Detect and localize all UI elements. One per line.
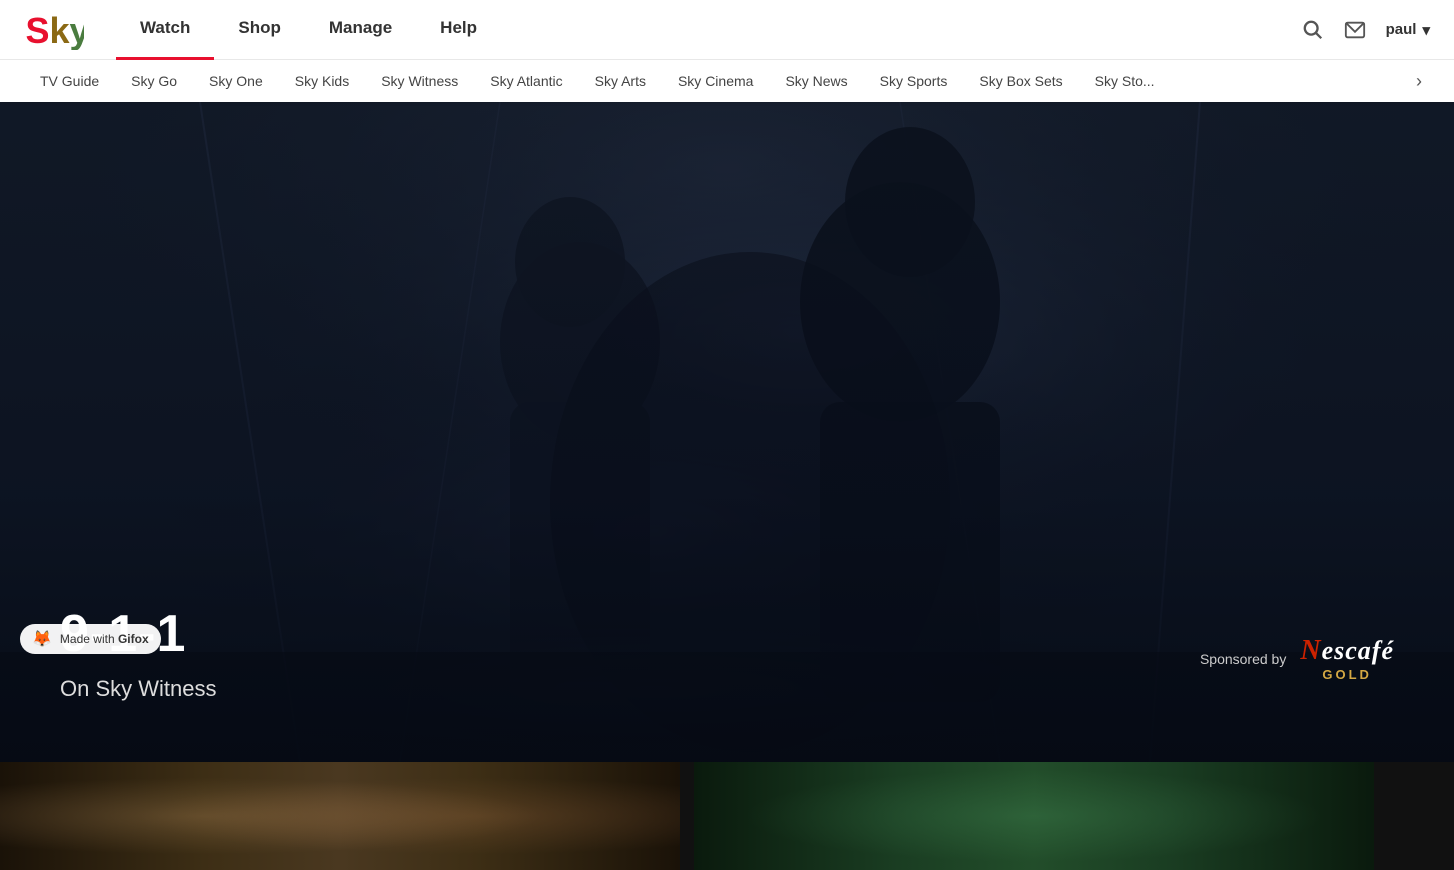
logo-area[interactable]: Sky (24, 10, 84, 50)
subnav-sky-news[interactable]: Sky News (769, 60, 863, 102)
gifox-label: Made with Gifox (60, 632, 149, 646)
sub-nav-items: TV Guide Sky Go Sky One Sky Kids Sky Wit… (24, 60, 1408, 102)
subnav-sky-cinema[interactable]: Sky Cinema (662, 60, 769, 102)
header-top: Sky Watch Shop Manage Help (0, 0, 1454, 60)
hero-sponsor: Sponsored by Nescafé GOLD (1200, 635, 1394, 682)
main-nav: Watch Shop Manage Help (116, 0, 1302, 60)
gifox-icon: 🦊 (32, 629, 52, 649)
subnav-sky-atlantic[interactable]: Sky Atlantic (474, 60, 578, 102)
user-menu[interactable]: paul ▾ (1386, 21, 1430, 39)
nescafe-brand: Nescafé (1300, 635, 1394, 667)
subnav-sky-kids[interactable]: Sky Kids (279, 60, 365, 102)
thumbnail-1-image (0, 762, 680, 870)
subnav-sky-one[interactable]: Sky One (193, 60, 279, 102)
search-icon[interactable] (1302, 19, 1324, 41)
subnav-tv-guide[interactable]: TV Guide (24, 60, 115, 102)
subnav-sky-arts[interactable]: Sky Arts (579, 60, 662, 102)
nescafe-logo: Nescafé GOLD (1300, 635, 1394, 682)
thumbnail-2-image (694, 762, 1374, 870)
mail-icon[interactable] (1344, 19, 1366, 41)
header-actions: paul ▾ (1302, 19, 1430, 41)
sub-nav: TV Guide Sky Go Sky One Sky Kids Sky Wit… (0, 60, 1454, 102)
chevron-down-icon: ▾ (1422, 21, 1430, 39)
thumbnail-2[interactable] (694, 762, 1374, 870)
sky-logo: Sky (24, 10, 84, 50)
thumbnail-1[interactable] (0, 762, 680, 870)
sponsor-label: Sponsored by (1200, 651, 1286, 667)
subnav-sky-sports[interactable]: Sky Sports (864, 60, 964, 102)
svg-text:Sky: Sky (26, 10, 85, 50)
thumbnails-row (0, 762, 1454, 870)
nav-watch[interactable]: Watch (116, 0, 214, 60)
subnav-sky-box-sets[interactable]: Sky Box Sets (963, 60, 1078, 102)
nescafe-gold-label: GOLD (1322, 667, 1372, 682)
nav-help[interactable]: Help (416, 0, 501, 60)
site-header: Sky Watch Shop Manage Help (0, 0, 1454, 102)
hero-show-channel: On Sky Witness (60, 676, 216, 702)
subnav-sky-store[interactable]: Sky Sto... (1079, 60, 1171, 102)
nav-manage[interactable]: Manage (305, 0, 416, 60)
subnav-sky-witness[interactable]: Sky Witness (365, 60, 474, 102)
subnav-sky-go[interactable]: Sky Go (115, 60, 193, 102)
hero-section: 9-1-1 On Sky Witness Sponsored by Nescaf… (0, 102, 1454, 762)
sub-nav-arrow[interactable]: › (1408, 71, 1430, 92)
gifox-badge: 🦊 Made with Gifox (20, 624, 161, 654)
nav-shop[interactable]: Shop (214, 0, 305, 60)
username-label: paul (1386, 21, 1417, 38)
